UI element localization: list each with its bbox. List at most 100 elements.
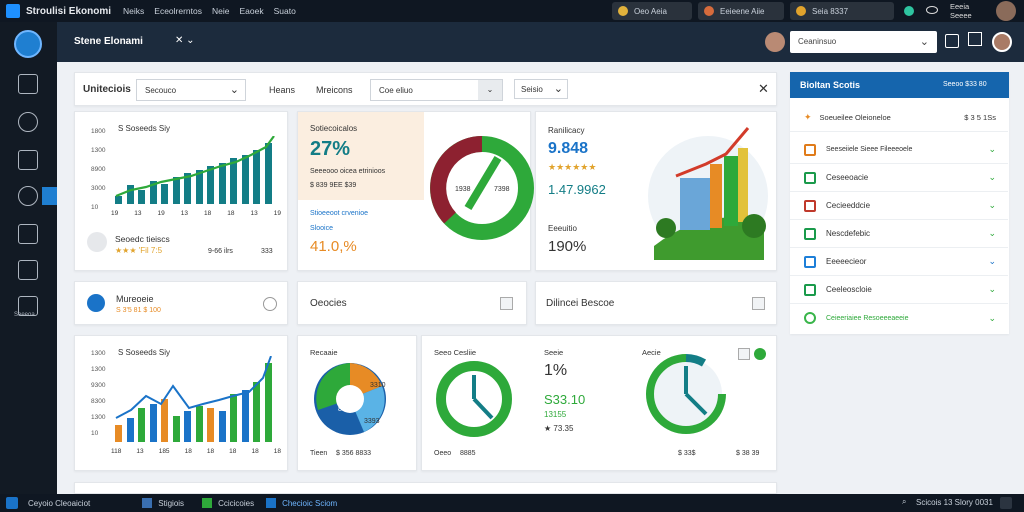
- right-list-item[interactable]: Eeeeecieor ⌄: [790, 248, 1008, 276]
- bar-chart-card-2: S Soseeds Siy 1300 1300 9300 8300 1300 10 118…: [74, 335, 288, 471]
- trend-icon: ⌄: [988, 144, 996, 154]
- trend-line: [115, 136, 275, 198]
- kpi-donut-card: Sotiecoicalos 27% Seeeooo oicea etrinioo…: [297, 111, 534, 271]
- gear-icon[interactable]: [18, 112, 38, 132]
- filter-link-1[interactable]: Heans: [269, 85, 295, 95]
- refresh-icon[interactable]: [754, 348, 766, 360]
- y-axis-ticks: 1300 1300 9300 8300 1300 10: [91, 350, 106, 437]
- status-icon[interactable]: [904, 6, 914, 16]
- menu-item-5[interactable]: Suato: [274, 6, 296, 16]
- eye-icon[interactable]: [926, 6, 938, 14]
- right-list-item[interactable]: Ceieeriaiee Resoeeeaeeie ⌄: [790, 304, 1008, 332]
- sidebar-active-indicator: [42, 187, 57, 205]
- pie-chart: [314, 363, 386, 435]
- bottom-card: [74, 482, 777, 494]
- page-header: Stene Elonami ✕ ⌄ Ceaninsuo ⌄: [57, 22, 1024, 62]
- top-chip-1[interactable]: Oeo Aeia: [612, 2, 692, 20]
- list-icon: [804, 312, 816, 324]
- home-logo-icon[interactable]: [14, 30, 42, 58]
- document-icon[interactable]: [18, 74, 38, 94]
- filter-link-2[interactable]: Mreicons: [316, 85, 353, 95]
- briefcase-icon[interactable]: [18, 224, 38, 244]
- app-icon: [266, 498, 277, 508]
- list-icon: [804, 283, 816, 296]
- trend-line: [115, 356, 272, 419]
- header-dropdown[interactable]: Ceaninsuo ⌄: [790, 31, 937, 53]
- left-sidebar: Seeeoa: [0, 22, 57, 494]
- search-input[interactable]: Coe eliuo ⌄: [370, 79, 503, 101]
- trend-icon: ⌄: [988, 172, 996, 182]
- right-list-item[interactable]: Nescdefebic ⌄: [790, 220, 1008, 248]
- calendar-icon[interactable]: [945, 34, 959, 48]
- app-icon: [142, 498, 153, 508]
- right-head-row: ✦ Soeueilee Oleioneloe $ 3 5 1Ss: [790, 104, 1008, 132]
- gauge-chart-2: [646, 354, 726, 434]
- status-bar: Ceyoio Cleoaiciot Stigiois Ccicicoies Ch…: [0, 494, 1024, 512]
- list-icon: [804, 143, 816, 156]
- right-panel: Bioltan Scotis Seeoo $33 80 ✦ Soeueilee …: [790, 72, 1009, 334]
- windows-icon[interactable]: [6, 497, 18, 509]
- menu-icon[interactable]: [500, 297, 513, 310]
- menu-item-2[interactable]: Eceolrerntos: [154, 6, 202, 16]
- taskbar-item[interactable]: Stigiois: [158, 499, 184, 508]
- refresh-icon[interactable]: [18, 186, 38, 206]
- right-list-item[interactable]: Ceseeoacie ⌄: [790, 164, 1008, 192]
- search-icon: ⌄: [478, 80, 502, 100]
- tray-icon[interactable]: [1000, 497, 1012, 509]
- x-axis-ticks: 118 13 185 18 18 18 18 18: [111, 448, 281, 455]
- summary-card-1: Mureoeie S 3'5 81 $ 100: [74, 281, 288, 325]
- right-panel-header: Bioltan Scotis Seeoo $33 80: [790, 72, 1009, 98]
- home-icon[interactable]: [18, 150, 38, 170]
- notification-icon[interactable]: [968, 32, 982, 46]
- app-logo-icon: [6, 4, 20, 18]
- growth-illustration: [648, 127, 768, 260]
- top-chip-2[interactable]: Eeieene Aiie: [698, 2, 784, 20]
- profile-icon: [87, 232, 107, 252]
- filter-bar: Uniteciois Secouco ⌄ Heans Mreicons Coe e…: [74, 72, 777, 106]
- list-icon: [804, 255, 816, 268]
- user-avatar[interactable]: [996, 1, 1016, 21]
- menu-icon[interactable]: [738, 348, 750, 360]
- top-chip-3[interactable]: Seia 8337: [790, 2, 894, 20]
- menu-icon[interactable]: [752, 297, 765, 310]
- filter-select[interactable]: Secouco ⌄: [136, 79, 246, 101]
- profile-avatar[interactable]: [992, 32, 1012, 52]
- search-icon[interactable]: ⌕: [902, 497, 906, 507]
- expand-icon[interactable]: ✕ ⌄: [175, 35, 195, 46]
- bar-chart-card-1: S Soseeds Siy 1800 1300 8900 3000 10 19 13 19 1…: [74, 111, 288, 271]
- menu-item-3[interactable]: Neie: [212, 6, 229, 16]
- view-select[interactable]: Seisio ⌄: [514, 79, 568, 99]
- help-icon[interactable]: [263, 297, 277, 311]
- taskbar-item[interactable]: Checioic Sciom: [282, 499, 337, 508]
- list-icon: [804, 199, 816, 212]
- menu-item-1[interactable]: Neiks: [123, 6, 144, 16]
- list-icon: [804, 171, 816, 184]
- summary-card-2: Oeocies: [297, 281, 527, 325]
- list-icon: [804, 227, 816, 240]
- user-avatar-small[interactable]: [765, 32, 785, 52]
- page-title: Stene Elonami: [74, 36, 143, 47]
- filter-label: Uniteciois: [83, 84, 131, 95]
- sparkle-icon: ✦: [804, 112, 812, 122]
- app-title: Stroulisi Ekonomi: [26, 5, 112, 17]
- x-axis-ticks: 19 13 19 13 18 18 13 19: [111, 210, 281, 217]
- gauge-chart-1: [436, 361, 512, 437]
- close-icon[interactable]: ✕: [758, 81, 769, 97]
- donut-chart: [430, 136, 534, 240]
- alert-icon: [704, 6, 714, 16]
- trend-icon: ⌄: [988, 284, 996, 294]
- calendar-icon[interactable]: [18, 260, 38, 280]
- trend-icon: ⌄: [988, 228, 996, 238]
- taskbar-item[interactable]: Ceyoio Cleoaiciot: [28, 499, 90, 508]
- clock-text: Scicois 13 Slory 0031: [916, 498, 993, 507]
- trend-icon: ⌄: [988, 312, 996, 323]
- user-info: Eeeia Seeee: [950, 2, 972, 20]
- taskbar-item[interactable]: Ccicicoies: [218, 499, 254, 508]
- right-list-item[interactable]: Ceeleoscloie ⌄: [790, 276, 1008, 304]
- menu-item-4[interactable]: Eaoek: [239, 6, 263, 16]
- right-list-item[interactable]: Seeseiiele Sieee Fileeeoele ⌄: [790, 136, 1008, 164]
- y-axis-ticks: 1800 1300 8900 3000 10: [91, 128, 106, 211]
- right-list-item[interactable]: Cecieeddcie ⌄: [790, 192, 1008, 220]
- app-icon: [202, 498, 213, 508]
- wallet-icon: [796, 6, 806, 16]
